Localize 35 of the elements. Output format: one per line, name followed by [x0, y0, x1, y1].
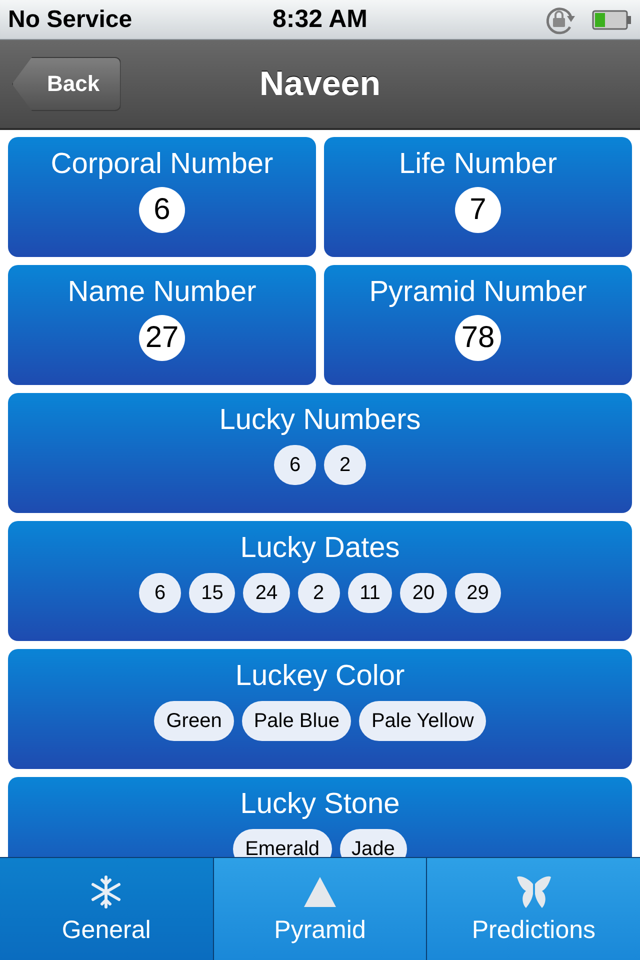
value-chip: Jade — [340, 829, 407, 857]
number-value: 27 — [139, 315, 185, 361]
value-chip: 29 — [454, 573, 501, 613]
number-value: 6 — [139, 187, 185, 233]
number-value: 78 — [455, 315, 501, 361]
rotation-lock-icon — [544, 4, 578, 34]
value-chip: 24 — [243, 573, 290, 613]
tab[interactable]: Pyramid — [214, 858, 428, 960]
value-chip: 15 — [189, 573, 236, 613]
battery-icon — [592, 10, 632, 30]
card-title: Pyramid Number — [369, 275, 587, 309]
value-chip: Green — [154, 701, 234, 741]
back-button[interactable]: Back — [12, 57, 121, 111]
value-chip: Emerald — [233, 829, 332, 857]
tab[interactable]: Predictions — [427, 858, 640, 960]
card-title: Lucky Dates — [240, 531, 400, 565]
card-title: Luckey Color — [235, 659, 405, 693]
card-title: Lucky Numbers — [219, 403, 421, 437]
carrier-text: No Service — [8, 6, 132, 34]
value-chip: 20 — [400, 573, 447, 613]
value-chip: Pale Yellow — [359, 701, 486, 741]
number-value: 7 — [455, 187, 501, 233]
value-chip: 11 — [348, 573, 392, 613]
card-title: Life Number — [399, 147, 557, 181]
page-title: Naveen — [260, 64, 380, 104]
value-chip: 6 — [139, 573, 182, 613]
clock-time: 8:32 AM — [272, 5, 368, 34]
value-chip: Pale Blue — [242, 701, 352, 741]
card-title: Lucky Stone — [240, 787, 400, 821]
value-chip: 2 — [324, 445, 366, 485]
card-title: Name Number — [68, 275, 256, 309]
value-chip: 2 — [298, 573, 340, 613]
tab[interactable]: General — [0, 858, 214, 960]
card-title: Corporal Number — [50, 147, 274, 181]
value-chip: 6 — [274, 445, 316, 485]
